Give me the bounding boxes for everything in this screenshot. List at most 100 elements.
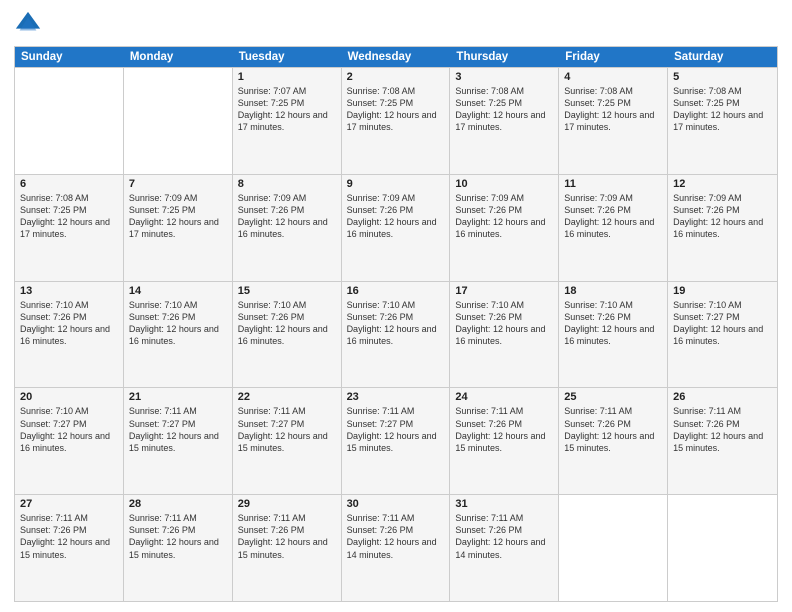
- day-number: 7: [129, 178, 227, 190]
- calendar-cell: 20 Sunrise: 7:10 AM Sunset: 7:27 PM Dayli…: [15, 388, 124, 494]
- day-info: Sunrise: 7:11 AM Sunset: 7:26 PM Dayligh…: [564, 405, 662, 454]
- day-info: Sunrise: 7:11 AM Sunset: 7:26 PM Dayligh…: [455, 405, 553, 454]
- calendar-cell: 27 Sunrise: 7:11 AM Sunset: 7:26 PM Dayli…: [15, 495, 124, 601]
- day-number: 30: [347, 498, 445, 510]
- calendar-cell: 24 Sunrise: 7:11 AM Sunset: 7:26 PM Dayli…: [450, 388, 559, 494]
- day-number: 17: [455, 285, 553, 297]
- calendar-cell: 10 Sunrise: 7:09 AM Sunset: 7:26 PM Dayli…: [450, 175, 559, 281]
- day-number: 25: [564, 391, 662, 403]
- day-info: Sunrise: 7:11 AM Sunset: 7:26 PM Dayligh…: [455, 512, 553, 561]
- day-number: 14: [129, 285, 227, 297]
- calendar-cell: 12 Sunrise: 7:09 AM Sunset: 7:26 PM Dayli…: [668, 175, 777, 281]
- day-info: Sunrise: 7:08 AM Sunset: 7:25 PM Dayligh…: [347, 85, 445, 134]
- logo: [14, 10, 46, 38]
- calendar-cell: 14 Sunrise: 7:10 AM Sunset: 7:26 PM Dayli…: [124, 282, 233, 388]
- calendar-row: 27 Sunrise: 7:11 AM Sunset: 7:26 PM Dayli…: [15, 494, 777, 601]
- calendar-header-cell: Monday: [124, 47, 233, 67]
- day-number: 24: [455, 391, 553, 403]
- calendar-cell: [668, 495, 777, 601]
- day-info: Sunrise: 7:08 AM Sunset: 7:25 PM Dayligh…: [455, 85, 553, 134]
- day-info: Sunrise: 7:10 AM Sunset: 7:27 PM Dayligh…: [673, 299, 772, 348]
- calendar-header-cell: Sunday: [15, 47, 124, 67]
- day-info: Sunrise: 7:10 AM Sunset: 7:26 PM Dayligh…: [129, 299, 227, 348]
- calendar-cell: 8 Sunrise: 7:09 AM Sunset: 7:26 PM Daylig…: [233, 175, 342, 281]
- day-info: Sunrise: 7:11 AM Sunset: 7:26 PM Dayligh…: [238, 512, 336, 561]
- day-number: 6: [20, 178, 118, 190]
- day-info: Sunrise: 7:07 AM Sunset: 7:25 PM Dayligh…: [238, 85, 336, 134]
- day-info: Sunrise: 7:09 AM Sunset: 7:26 PM Dayligh…: [238, 192, 336, 241]
- calendar-cell: 1 Sunrise: 7:07 AM Sunset: 7:25 PM Daylig…: [233, 68, 342, 174]
- calendar-cell: 16Sunrise: 7:10 AM Sunset: 7:26 PM Dayli…: [342, 282, 451, 388]
- calendar-cell: 22Sunrise: 7:11 AM Sunset: 7:27 PM Dayli…: [233, 388, 342, 494]
- day-number: 8: [238, 178, 336, 190]
- day-number: 3: [455, 71, 553, 83]
- calendar-body: 1 Sunrise: 7:07 AM Sunset: 7:25 PM Daylig…: [15, 67, 777, 601]
- calendar-row: 1 Sunrise: 7:07 AM Sunset: 7:25 PM Daylig…: [15, 67, 777, 174]
- calendar-cell: [559, 495, 668, 601]
- calendar-cell: 3 Sunrise: 7:08 AM Sunset: 7:25 PM Daylig…: [450, 68, 559, 174]
- day-info: Sunrise: 7:09 AM Sunset: 7:25 PM Dayligh…: [129, 192, 227, 241]
- day-info: Sunrise: 7:10 AM Sunset: 7:26 PM Dayligh…: [20, 299, 118, 348]
- day-info: Sunrise: 7:10 AM Sunset: 7:26 PM Dayligh…: [564, 299, 662, 348]
- day-info: Sunrise: 7:09 AM Sunset: 7:26 PM Dayligh…: [564, 192, 662, 241]
- day-info: Sunrise: 7:09 AM Sunset: 7:26 PM Dayligh…: [455, 192, 553, 241]
- logo-icon: [14, 10, 42, 38]
- day-info: Sunrise: 7:10 AM Sunset: 7:26 PM Dayligh…: [238, 299, 336, 348]
- day-number: 9: [347, 178, 445, 190]
- day-number: 20: [20, 391, 118, 403]
- day-info: Sunrise: 7:08 AM Sunset: 7:25 PM Dayligh…: [564, 85, 662, 134]
- calendar-header-cell: Saturday: [668, 47, 777, 67]
- calendar-cell: 21 Sunrise: 7:11 AM Sunset: 7:27 PM Dayli…: [124, 388, 233, 494]
- calendar-cell: 31Sunrise: 7:11 AM Sunset: 7:26 PM Dayli…: [450, 495, 559, 601]
- day-info: Sunrise: 7:10 AM Sunset: 7:27 PM Dayligh…: [20, 405, 118, 454]
- day-info: Sunrise: 7:10 AM Sunset: 7:26 PM Dayligh…: [455, 299, 553, 348]
- day-info: Sunrise: 7:11 AM Sunset: 7:27 PM Dayligh…: [347, 405, 445, 454]
- day-number: 13: [20, 285, 118, 297]
- calendar-cell: 4 Sunrise: 7:08 AM Sunset: 7:25 PM Daylig…: [559, 68, 668, 174]
- day-info: Sunrise: 7:08 AM Sunset: 7:25 PM Dayligh…: [673, 85, 772, 134]
- day-number: 18: [564, 285, 662, 297]
- day-number: 10: [455, 178, 553, 190]
- calendar-cell: 26Sunrise: 7:11 AM Sunset: 7:26 PM Dayli…: [668, 388, 777, 494]
- day-number: 27: [20, 498, 118, 510]
- calendar-row: 20 Sunrise: 7:10 AM Sunset: 7:27 PM Dayli…: [15, 387, 777, 494]
- calendar-header-cell: Thursday: [450, 47, 559, 67]
- day-info: Sunrise: 7:11 AM Sunset: 7:26 PM Dayligh…: [20, 512, 118, 561]
- calendar-header-cell: Tuesday: [233, 47, 342, 67]
- day-number: 4: [564, 71, 662, 83]
- day-number: 2: [347, 71, 445, 83]
- calendar-cell: 17 Sunrise: 7:10 AM Sunset: 7:26 PM Dayli…: [450, 282, 559, 388]
- calendar-row: 6Sunrise: 7:08 AM Sunset: 7:25 PM Daylig…: [15, 174, 777, 281]
- day-info: Sunrise: 7:11 AM Sunset: 7:26 PM Dayligh…: [347, 512, 445, 561]
- day-number: 26: [673, 391, 772, 403]
- day-number: 21: [129, 391, 227, 403]
- day-number: 29: [238, 498, 336, 510]
- day-number: 15: [238, 285, 336, 297]
- day-info: Sunrise: 7:11 AM Sunset: 7:27 PM Dayligh…: [129, 405, 227, 454]
- calendar-header-cell: Wednesday: [342, 47, 451, 67]
- day-number: 11: [564, 178, 662, 190]
- calendar-cell: 5 Sunrise: 7:08 AM Sunset: 7:25 PM Daylig…: [668, 68, 777, 174]
- calendar-cell: [124, 68, 233, 174]
- calendar-header: SundayMondayTuesdayWednesdayThursdayFrid…: [15, 47, 777, 67]
- calendar: SundayMondayTuesdayWednesdayThursdayFrid…: [14, 46, 778, 602]
- day-number: 5: [673, 71, 772, 83]
- calendar-cell: 9 Sunrise: 7:09 AM Sunset: 7:26 PM Daylig…: [342, 175, 451, 281]
- calendar-cell: 2 Sunrise: 7:08 AM Sunset: 7:25 PM Daylig…: [342, 68, 451, 174]
- day-number: 12: [673, 178, 772, 190]
- calendar-cell: 25 Sunrise: 7:11 AM Sunset: 7:26 PM Dayli…: [559, 388, 668, 494]
- calendar-cell: 19Sunrise: 7:10 AM Sunset: 7:27 PM Dayli…: [668, 282, 777, 388]
- calendar-cell: 7 Sunrise: 7:09 AM Sunset: 7:25 PM Daylig…: [124, 175, 233, 281]
- day-number: 23: [347, 391, 445, 403]
- day-info: Sunrise: 7:10 AM Sunset: 7:26 PM Dayligh…: [347, 299, 445, 348]
- calendar-header-cell: Friday: [559, 47, 668, 67]
- calendar-row: 13 Sunrise: 7:10 AM Sunset: 7:26 PM Dayli…: [15, 281, 777, 388]
- calendar-cell: 13 Sunrise: 7:10 AM Sunset: 7:26 PM Dayli…: [15, 282, 124, 388]
- day-number: 1: [238, 71, 336, 83]
- calendar-cell: 18 Sunrise: 7:10 AM Sunset: 7:26 PM Dayli…: [559, 282, 668, 388]
- calendar-cell: 11 Sunrise: 7:09 AM Sunset: 7:26 PM Dayli…: [559, 175, 668, 281]
- header: [14, 10, 778, 38]
- day-info: Sunrise: 7:09 AM Sunset: 7:26 PM Dayligh…: [347, 192, 445, 241]
- day-info: Sunrise: 7:09 AM Sunset: 7:26 PM Dayligh…: [673, 192, 772, 241]
- calendar-cell: 28Sunrise: 7:11 AM Sunset: 7:26 PM Dayli…: [124, 495, 233, 601]
